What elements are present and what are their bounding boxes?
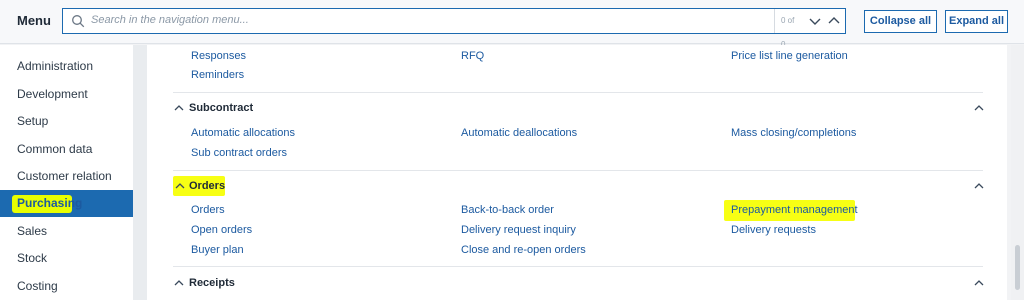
scrollbar[interactable]: [1011, 45, 1024, 300]
search-input[interactable]: Search in the navigation menu... 0 of 0: [62, 8, 846, 49]
chevron-up-icon[interactable]: [175, 182, 185, 190]
search-result-count: 0 of 0: [774, 9, 806, 49]
collapse-all-button[interactable]: Collapse all: [864, 10, 937, 33]
chevron-down-icon[interactable]: [807, 13, 823, 29]
sidebar-item-purchasing[interactable]: Purchasing: [0, 190, 133, 217]
link-automatic-deallocations[interactable]: Automatic deallocations: [461, 127, 577, 139]
link-delivery-requests[interactable]: Delivery requests: [731, 224, 816, 236]
link-price-list-line-generation[interactable]: Price list line generation: [731, 50, 848, 62]
chevron-up-icon[interactable]: [826, 13, 842, 29]
link-back-to-back-order[interactable]: Back-to-back order: [461, 204, 554, 216]
menu-title: Menu: [17, 13, 51, 28]
sidebar-item-costing[interactable]: Costing: [0, 273, 133, 300]
link-responses[interactable]: Responses: [191, 50, 246, 62]
link-prepayment-management[interactable]: Prepayment management: [731, 204, 858, 216]
section-title-receipts[interactable]: Receipts: [189, 277, 235, 289]
link-close-and-re-open-orders[interactable]: Close and re-open orders: [461, 244, 586, 256]
link-sub-contract-orders[interactable]: Sub contract orders: [191, 147, 287, 159]
link-orders[interactable]: Orders: [191, 204, 225, 216]
sidebar-item-sales[interactable]: Sales: [0, 218, 133, 245]
link-delivery-request-inquiry[interactable]: Delivery request inquiry: [461, 224, 576, 236]
sidebar-item-development[interactable]: Development: [0, 81, 133, 108]
sidebar-item-label: Purchasing: [17, 196, 83, 210]
link-open-orders[interactable]: Open orders: [191, 224, 252, 236]
search-placeholder: Search in the navigation menu...: [91, 14, 249, 26]
sidebar-item-common-data[interactable]: Common data: [0, 136, 133, 163]
link-automatic-allocations[interactable]: Automatic allocations: [191, 127, 295, 139]
sidebar-item-administration[interactable]: Administration: [0, 53, 133, 80]
section-divider: [173, 266, 983, 267]
link-rfq[interactable]: RFQ: [461, 50, 484, 62]
chevron-up-icon[interactable]: [974, 182, 984, 190]
expand-all-button[interactable]: Expand all: [945, 10, 1008, 33]
section-divider: [173, 92, 983, 93]
link-mass-closing-completions[interactable]: Mass closing/completions: [731, 127, 856, 139]
link-buyer-plan[interactable]: Buyer plan: [191, 244, 244, 256]
section-title-subcontract[interactable]: Subcontract: [189, 102, 253, 114]
sidebar-item-customer-relation[interactable]: Customer relation: [0, 163, 133, 190]
section-divider: [173, 170, 983, 171]
scrollbar-thumb[interactable]: [1015, 245, 1020, 290]
gutter: [133, 45, 147, 300]
chevron-up-icon[interactable]: [174, 104, 184, 112]
section-title-orders[interactable]: Orders: [189, 180, 225, 192]
chevron-up-icon[interactable]: [974, 104, 984, 112]
sidebar-item-setup[interactable]: Setup: [0, 108, 133, 135]
sidebar: Administration Development Setup Common …: [0, 45, 133, 300]
menu-content: Responses RFQ Price list line generation…: [147, 45, 1007, 300]
search-icon: [72, 15, 85, 28]
chevron-up-icon[interactable]: [174, 279, 184, 287]
link-reminders[interactable]: Reminders: [191, 69, 244, 81]
chevron-up-icon[interactable]: [974, 279, 984, 287]
top-bar: Menu Search in the navigation menu... 0 …: [0, 0, 1024, 49]
sidebar-item-stock[interactable]: Stock: [0, 245, 133, 272]
